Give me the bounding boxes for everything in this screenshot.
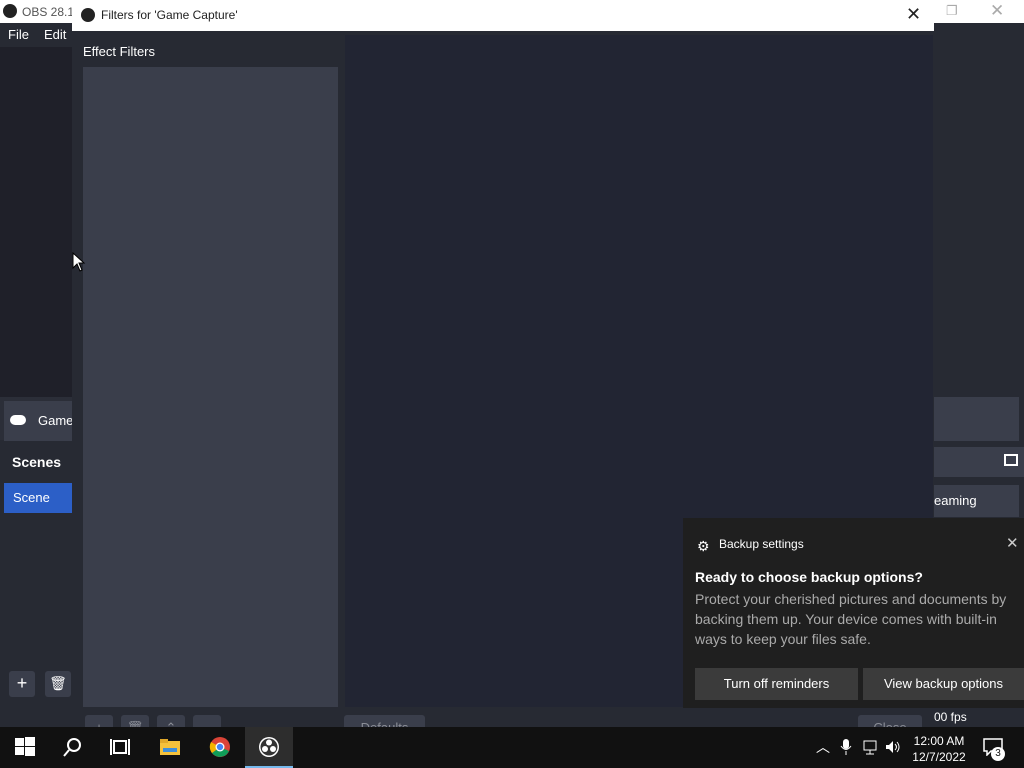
obs-taskbar-button[interactable]	[245, 727, 293, 768]
network-icon[interactable]	[862, 739, 878, 755]
scenes-title: Scenes	[12, 454, 62, 470]
backup-notification: ⚙ Backup settings ✕ Ready to choose back…	[683, 518, 1024, 708]
add-scene-button[interactable]: +	[9, 671, 35, 697]
scene-list-item[interactable]: Scene	[4, 483, 72, 513]
gamepad-icon	[10, 415, 26, 425]
taskbar: ︿ 12:00 AM 12/7/2022 3	[0, 727, 1024, 768]
menu-file[interactable]: File	[8, 27, 29, 42]
close-icon[interactable]: ✕	[990, 1, 1008, 20]
obs-logo-icon	[81, 8, 95, 22]
scenes-header: Scenes	[4, 450, 72, 474]
view-backup-options-button[interactable]: View backup options	[863, 668, 1024, 700]
windows-start-icon[interactable]	[14, 736, 36, 758]
effect-filters-list[interactable]	[83, 67, 338, 707]
gear-icon: ⚙	[697, 538, 710, 554]
clock-date: 12/7/2022	[912, 750, 966, 764]
task-view-icon[interactable]	[109, 736, 131, 758]
volume-icon[interactable]	[885, 739, 901, 755]
obs-window-title: OBS 28.1	[22, 5, 75, 19]
dock-header	[934, 447, 1024, 477]
effect-filters-label: Effect Filters	[83, 44, 156, 59]
system-clock[interactable]: 12:00 AM 12/7/2022	[908, 733, 970, 765]
notification-heading: Ready to choose backup options?	[695, 569, 923, 585]
microphone-icon[interactable]	[840, 739, 852, 755]
remove-scene-button[interactable]: 🗑	[45, 671, 71, 697]
source-item[interactable]: Game	[4, 401, 74, 441]
obs-icon	[259, 737, 279, 757]
menu-edit[interactable]: Edit	[44, 27, 66, 42]
search-icon[interactable]	[62, 736, 84, 758]
chevron-up-icon[interactable]: ︿	[816, 737, 830, 757]
undock-icon[interactable]	[1004, 454, 1018, 466]
stream-label: eaming	[934, 493, 977, 508]
audio-mixer-box	[934, 397, 1019, 441]
fps-readout: 00 fps	[934, 710, 967, 724]
notification-app-name: Backup settings	[719, 537, 804, 551]
source-label: Game	[38, 413, 74, 428]
scene-label: Scene	[13, 490, 50, 505]
filters-dialog-title-bar: Filters for 'Game Capture' ✕	[72, 0, 934, 31]
dismiss-icon[interactable]: ✕	[1006, 534, 1019, 552]
preview-area	[0, 47, 72, 397]
filters-dialog-title: Filters for 'Game Capture'	[101, 8, 238, 22]
obs-logo-icon	[3, 4, 17, 18]
restore-icon[interactable]: ❐	[946, 3, 960, 18]
clock-time: 12:00 AM	[913, 734, 965, 748]
notification-body: Protect your cherished pictures and docu…	[695, 591, 1007, 647]
notification-count-badge: 3	[991, 747, 1005, 761]
chrome-icon[interactable]	[209, 736, 231, 758]
start-streaming-button[interactable]: eaming	[934, 485, 1019, 517]
close-icon[interactable]: ✕	[906, 4, 921, 25]
mouse-cursor-icon	[72, 252, 86, 272]
file-explorer-icon[interactable]	[159, 736, 181, 758]
turn-off-reminders-button[interactable]: Turn off reminders	[695, 668, 858, 700]
